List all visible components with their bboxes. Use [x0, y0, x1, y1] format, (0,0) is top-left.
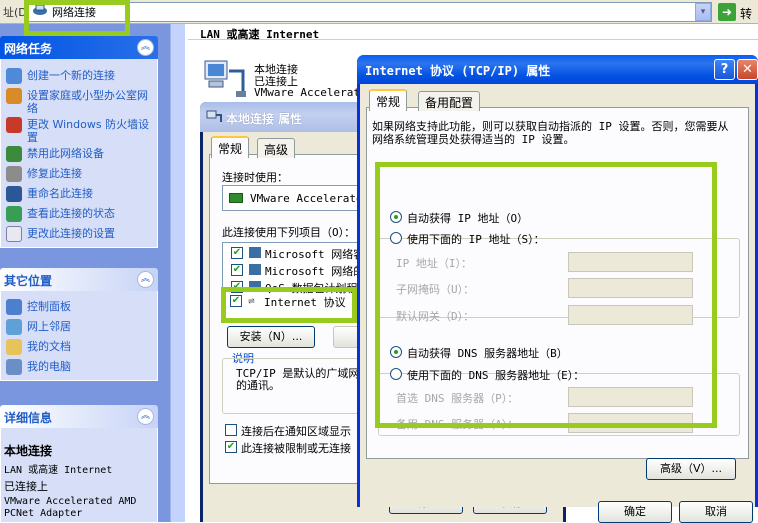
client-icon [249, 247, 261, 258]
list-item[interactable]: Microsoft 网络的 [265, 263, 364, 279]
collapse-chevron-icon[interactable]: ︽ [137, 271, 154, 288]
lan-dialog-title: 本地连接 属性 [226, 112, 303, 126]
network-tasks-header[interactable]: 网络任务 ︽ [0, 36, 158, 59]
tcpip-dialog-titlebar[interactable]: Internet 协议 (TCP/IP) 属性 ? ✕ [357, 55, 758, 84]
help-icon[interactable]: ? [714, 59, 735, 80]
details-status: 已连接上 [4, 480, 48, 493]
network-card-icon [229, 193, 243, 203]
service-icon [249, 264, 261, 275]
group-header: LAN 或高速 Internet [188, 24, 758, 41]
home-network-icon [6, 88, 22, 104]
tab-alternate-config[interactable]: 备用配置 [418, 91, 481, 111]
details-header[interactable]: 详细信息 ︽ [0, 405, 158, 428]
connect-using-label: 连接时使用： [222, 171, 288, 184]
task-firewall[interactable]: 更改 Windows 防火墙设置 [6, 117, 156, 145]
other-places-title: 其它位置 [4, 274, 53, 288]
adapter-text: VMware Accelerated [250, 192, 370, 205]
highlight-auto-settings [375, 162, 717, 428]
tab-general[interactable]: 常规 [211, 136, 250, 158]
close-icon[interactable]: ✕ [737, 59, 758, 80]
task-home-network[interactable]: 设置家庭或小型办公室网络 [6, 88, 156, 116]
other-places-body: 控制面板 网上邻居 我的文档 我的电脑 [0, 291, 158, 381]
task-pane: 网络任务 ︽ 创建一个新的连接 设置家庭或小型办公室网络 更改 Windows … [0, 24, 185, 522]
collapse-chevron-icon[interactable]: ︽ [137, 39, 154, 56]
details-body: 本地连接 LAN 或高速 Internet 已连接上 VMware Accele… [0, 428, 158, 522]
details-type: LAN 或高速 Internet [4, 465, 113, 476]
rename-icon [6, 186, 22, 202]
go-arrow-icon[interactable]: ➜ [718, 3, 736, 21]
details-title: 详细信息 [4, 411, 53, 425]
advanced-button[interactable]: 高级（V）... [646, 458, 736, 480]
description-text: TCP/IP 是默认的广域网 的通讯。 [236, 367, 360, 392]
folder-icon [6, 339, 22, 355]
disable-device-icon [6, 146, 22, 162]
control-panel-icon [6, 299, 22, 315]
details-adapter: VMware Accelerated AMD PCNet Adapter [4, 496, 137, 519]
list-item[interactable]: Microsoft 网络客 [265, 246, 364, 262]
other-places-header[interactable]: 其它位置 ︽ [0, 268, 158, 291]
group-header-label: LAN 或高速 Internet [200, 28, 320, 41]
details-name: 本地连接 [4, 444, 53, 458]
item-checkbox[interactable]: ✔ [231, 264, 243, 276]
wrench-icon [6, 166, 22, 182]
network-places-icon [6, 319, 22, 335]
highlight-address-bar [24, 0, 130, 36]
settings-icon [6, 226, 22, 242]
task-pane-scrollbar[interactable] [170, 24, 185, 522]
firewall-icon [6, 117, 22, 133]
notify-icon-label: 连接后在通知区域显示 [241, 425, 351, 438]
collapse-chevron-icon[interactable]: ︽ [137, 408, 154, 425]
notify-limited-label: 此连接被限制或无连接 [241, 442, 351, 455]
new-connection-icon [6, 68, 22, 84]
chevron-down-icon[interactable]: ▾ [695, 3, 711, 21]
status-icon [6, 206, 22, 222]
tcpip-ok-button[interactable]: 确定 [598, 501, 672, 523]
install-button[interactable]: 安装（N）... [227, 326, 315, 348]
tab-general[interactable]: 常规 [369, 89, 408, 111]
intro-text: 如果网络支持此功能，则可以获取自动指派的 IP 设置。否则，您需要从网络系统管理… [372, 120, 729, 146]
tcpip-dialog-title: Internet 协议 (TCP/IP) 属性 [365, 64, 551, 78]
item-checkbox[interactable]: ✔ [231, 247, 243, 259]
tcpip-cancel-button[interactable]: 取消 [679, 501, 753, 523]
tab-advanced[interactable]: 高级 [257, 138, 296, 158]
lan-connection-icon[interactable] [203, 57, 247, 99]
computer-icon [6, 359, 22, 375]
network-tasks-title: 网络任务 [4, 42, 53, 56]
notify-limited-checkbox[interactable]: ✔ [225, 441, 237, 453]
notify-icon-checkbox[interactable] [225, 424, 237, 436]
network-icon [206, 110, 222, 122]
highlight-internet-protocol [221, 287, 357, 323]
items-label: 此连接使用下列项目（O）： [222, 226, 356, 239]
network-tasks-body: 创建一个新的连接 设置家庭或小型办公室网络 更改 Windows 防火墙设置 禁… [0, 59, 158, 248]
